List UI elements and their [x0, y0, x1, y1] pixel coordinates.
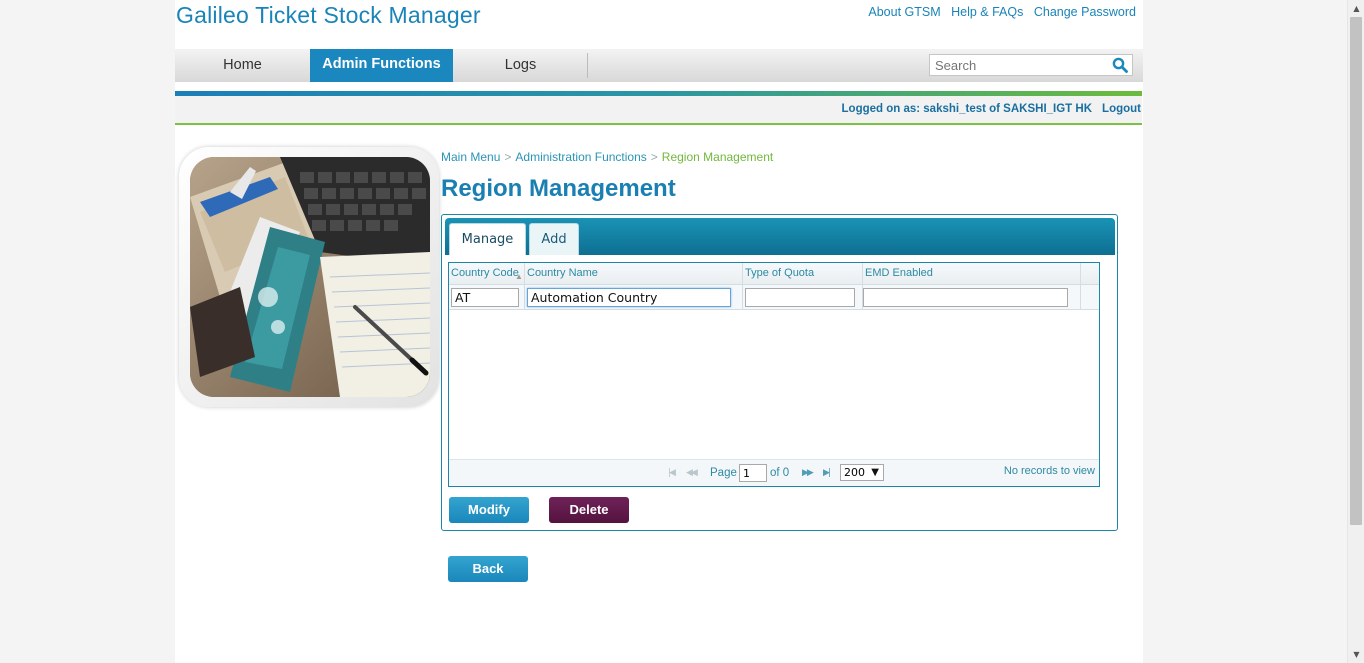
breadcrumb-admin-functions[interactable]: Administration Functions [515, 150, 646, 164]
column-emd-enabled[interactable]: EMD Enabled [863, 263, 1081, 285]
tab-add[interactable]: Add [529, 223, 579, 255]
app-title: Galileo Ticket Stock Manager [176, 2, 481, 28]
column-country-code[interactable]: Country Code ▲ [449, 263, 525, 285]
grid-pager: |◀ ◀◀ Page of 0 ▶▶ ▶| 200 ▼ No records t… [449, 459, 1099, 486]
search-input[interactable] [930, 55, 1108, 76]
breadcrumb-separator: > [504, 150, 512, 164]
delete-button[interactable]: Delete [549, 497, 629, 523]
records-status: No records to view [1003, 465, 1095, 477]
page-count: of 0 [770, 467, 790, 479]
filter-row [449, 285, 1099, 310]
region-grid: Country Code ▲ Country Name Type of Quot… [448, 262, 1100, 487]
scroll-up-icon[interactable]: ▲ [1348, 0, 1364, 17]
filter-cell [449, 285, 525, 309]
page-size-value: 200 [844, 466, 865, 479]
page-title: Region Management [441, 175, 676, 202]
chevron-down-icon: ▼ [871, 467, 879, 478]
nav-logs[interactable]: Logs [453, 49, 588, 82]
filter-country-code-input[interactable] [451, 288, 519, 307]
grid-header: Country Code ▲ Country Name Type of Quot… [449, 263, 1099, 285]
next-page-icon[interactable]: ▶▶ [802, 468, 814, 478]
about-link[interactable]: About GTSM [868, 5, 940, 19]
column-type-of-quota[interactable]: Type of Quota [743, 263, 863, 285]
change-password-link[interactable]: Change Password [1034, 5, 1136, 19]
prev-page-icon[interactable]: ◀◀ [686, 468, 698, 478]
breadcrumb-current: Region Management [661, 150, 774, 164]
nav-divider [587, 53, 588, 78]
filter-cell [863, 285, 1081, 309]
session-bar: Logged on as: sakshi_test of SAKSHI_IGT … [175, 96, 1142, 125]
region-panel: Manage Add Country Code ▲ Country Name T… [441, 214, 1118, 531]
page-scrollbar[interactable]: ▲ ▼ [1347, 0, 1364, 663]
breadcrumb-main-menu[interactable]: Main Menu [441, 150, 500, 164]
travel-desk-photo [190, 157, 430, 397]
filter-country-name-input[interactable] [527, 288, 731, 307]
nav-home[interactable]: Home [175, 49, 310, 82]
filter-type-of-quota-input[interactable] [745, 288, 855, 307]
filter-emd-enabled-input[interactable] [863, 288, 1068, 307]
logout-link[interactable]: Logout [1102, 103, 1141, 115]
page-size-select[interactable]: 200 ▼ [840, 464, 884, 481]
modify-button[interactable]: Modify [449, 497, 529, 523]
breadcrumb: Main Menu > Administration Functions > Regio… [441, 150, 773, 164]
search-box [929, 54, 1133, 76]
column-country-name[interactable]: Country Name [525, 263, 743, 285]
search-icon[interactable] [1112, 57, 1128, 73]
scroll-thumb[interactable] [1350, 17, 1362, 525]
logged-in-user: Logged on as: sakshi_test of SAKSHI_IGT … [841, 103, 1092, 115]
filter-cell [743, 285, 863, 309]
column-label: Country Code [451, 267, 519, 279]
scroll-down-icon[interactable]: ▼ [1348, 646, 1364, 663]
tab-bar: Manage Add [445, 218, 1115, 255]
top-links: About GTSM Help & FAQs Change Password [861, 5, 1136, 19]
back-button[interactable]: Back [448, 556, 528, 582]
page-label: Page [710, 467, 737, 479]
sort-asc-icon: ▲ [515, 272, 523, 281]
first-page-icon[interactable]: |◀ [668, 468, 676, 478]
page-number-input[interactable] [739, 464, 767, 482]
breadcrumb-separator: > [650, 150, 658, 164]
filter-cell [525, 285, 743, 309]
decorative-photo-frame [179, 147, 439, 407]
nav-admin-functions[interactable]: Admin Functions [310, 49, 453, 82]
last-page-icon[interactable]: ▶| [823, 468, 831, 478]
help-link[interactable]: Help & FAQs [951, 5, 1023, 19]
tab-manage[interactable]: Manage [449, 223, 526, 255]
